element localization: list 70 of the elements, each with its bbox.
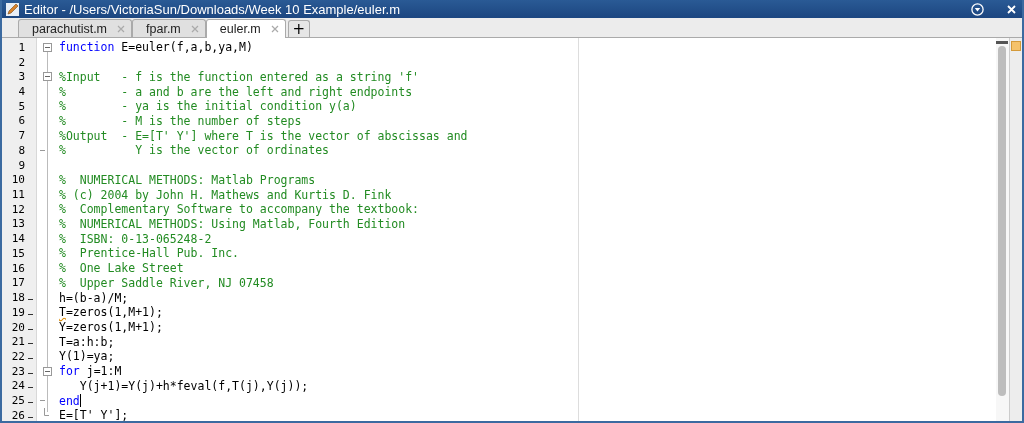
- line-number: 19: [10, 305, 25, 319]
- code-line: % NUMERICAL METHODS: Using Matlab, Fourth Edition: [59, 217, 406, 231]
- line-number: 7: [17, 129, 25, 143]
- breakpoint-dash[interactable]: [27, 343, 33, 346]
- line-number: 8: [17, 143, 25, 157]
- breakpoint-dash[interactable]: [27, 387, 33, 390]
- code-line: % Y is the vector of ordinates: [59, 143, 330, 158]
- fold-icon[interactable]: [42, 43, 52, 52]
- file-tab[interactable]: fpar.m: [132, 19, 206, 37]
- breakpoint-dash[interactable]: [27, 402, 33, 405]
- breakpoint-dash[interactable]: [27, 416, 33, 419]
- breakpoint-dash[interactable]: [27, 313, 33, 316]
- fold-icon[interactable]: [42, 366, 52, 376]
- code-line: E=[T' Y'];: [59, 408, 129, 423]
- line-number: 3: [17, 70, 25, 84]
- line-number: 20: [10, 320, 25, 334]
- line-number: 9: [17, 158, 25, 172]
- line-number: 12: [10, 202, 25, 216]
- line-number: 1: [17, 40, 25, 54]
- line-number: 13: [10, 217, 25, 231]
- line-number: 17: [10, 276, 25, 290]
- fold-icon[interactable]: [42, 72, 52, 82]
- code-line: % (c) 2004 by John H. Mathews and Kurtis D. Fink: [59, 187, 392, 202]
- line-number: 26: [10, 408, 25, 422]
- code-line: end: [59, 393, 80, 408]
- code-line: Y=zeros(1,M+1);: [59, 320, 163, 334]
- code-line: % - M is the number of steps: [59, 113, 302, 128]
- code-line: for j=1:M: [59, 364, 122, 379]
- line-number: 4: [17, 85, 25, 98]
- line-number: 22: [10, 349, 25, 363]
- line-number: 18: [10, 291, 25, 305]
- file-tab[interactable]: parachutist.m: [18, 19, 133, 37]
- line-number: 11: [10, 188, 25, 202]
- line-number: 5: [17, 99, 25, 113]
- line-number: 24: [10, 379, 25, 393]
- code-line: Y(j+1)=Y(j)+h*feval(f,T(j),Y(j));: [78, 378, 309, 393]
- code-line: T=a:h:b;: [59, 334, 115, 349]
- code-line: % Upper Saddle River, NJ 07458: [59, 275, 274, 290]
- code-line: % ISBN: 0-13-065248-2: [59, 231, 212, 246]
- dropdown-icon[interactable]: [971, 2, 984, 16]
- code-line: % One Lake Street: [59, 261, 184, 276]
- code-line: % Prentice-Hall Pub. Inc.: [59, 246, 239, 261]
- scrollbar[interactable]: [996, 38, 1009, 421]
- code-line: Y(1)=ya;: [59, 349, 115, 364]
- code-line: %Output - E=[T' Y'] where T is the vector of abscissas and: [59, 128, 468, 143]
- line-number: 10: [10, 173, 25, 187]
- breakpoint-dash[interactable]: [27, 357, 33, 360]
- window-title: Editor - /Users/VictoriaSun/Downloads/Week 10 Example/euler.m: [24, 1, 401, 17]
- code-line: % - ya is the initial condition y(a): [59, 99, 357, 114]
- line-number: 2: [17, 55, 25, 69]
- code-line: % Complementary Software to accompany the textbook:: [59, 202, 420, 217]
- line-number: 23: [10, 364, 25, 378]
- code-line: % NUMERICAL METHODS: Matlab Programs: [59, 172, 316, 187]
- file-tab[interactable]: euler.m: [205, 19, 286, 38]
- code-line: % - a and b are the left and right endpoints: [59, 84, 413, 99]
- breakpoint-dash[interactable]: [27, 299, 33, 302]
- code-line: %Input - f is the function entered as a string 'f': [59, 69, 420, 84]
- line-number: 21: [10, 335, 25, 349]
- new-tab-button[interactable]: +: [287, 20, 310, 37]
- breakpoint-dash[interactable]: [27, 372, 33, 375]
- line-number: 15: [10, 246, 25, 260]
- line-number: 14: [10, 232, 25, 246]
- line-number: 16: [10, 261, 25, 275]
- code-line: T=zeros(1,M+1);: [59, 305, 163, 320]
- editor-icon: [6, 2, 19, 16]
- line-number: 6: [17, 114, 25, 128]
- line-number: 25: [10, 394, 25, 408]
- code-line: function E=euler(f,a,b,ya,M): [59, 40, 253, 55]
- breakpoint-dash[interactable]: [27, 328, 33, 331]
- code-line: h=(b-a)/M;: [59, 290, 129, 305]
